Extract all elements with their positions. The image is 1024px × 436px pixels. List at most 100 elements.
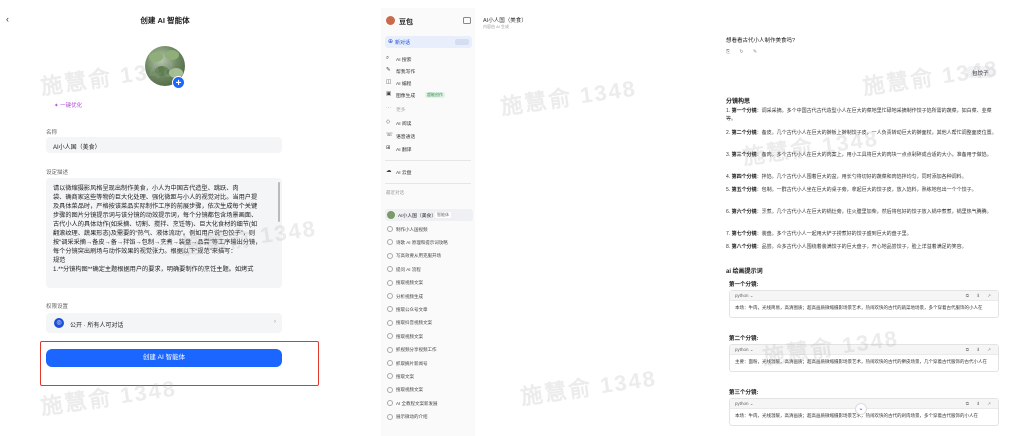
agent-avatar-small (387, 211, 395, 219)
scene-text: 包制。一群古代小人坐在巨大的桌子旁，拿起巨大的饺子皮，放入馅料，熟练地包出一个个… (761, 187, 977, 193)
sidebar-item[interactable]: ⋯ 更多 (385, 104, 473, 114)
history-item[interactable]: 写高效要从用克服开场 (385, 251, 473, 262)
history-icon (387, 266, 393, 273)
sidebar-item-icon: ✎ (386, 67, 391, 73)
code-block-body: 本场：牛肉，光线简易，高清图质；超高画质微缩摄影场景艺术，热闹欢快的古代的蔬菜地… (735, 305, 983, 310)
sidebar-item-cloud[interactable]: ☁ AI 云盘 (385, 167, 473, 177)
history-item[interactable]: 搜取视频文案 (385, 278, 473, 289)
sidebar-item-icon: ◫ (386, 79, 392, 85)
prompt-subtitle: 第三个分镜: (729, 390, 759, 396)
sidebar-item-icon: ▣ (386, 91, 392, 97)
watermark: 施慧俞 1348 (741, 125, 881, 170)
description-line: 请以微缩摄影风格呈现出制作美食，小人为中国古代造型、跳跃、肉 (53, 185, 239, 192)
history-icon (387, 239, 393, 246)
permission-select[interactable]: ◎ 公开 · 所有人可对话 › (46, 313, 282, 333)
description-line: 按“调采采摘→备皮→备→拌馅→包制→烹煮→装盘→品尝”等工序输出分镜， (53, 239, 262, 246)
copy-download-icon[interactable]: ⧉ ⬇ ↗ (966, 347, 994, 353)
prompt-subtitle: 第一个分镜: (729, 282, 759, 288)
history-item-label: 搜取公众号文章 (396, 306, 428, 312)
description-line: 1.**分镜构图**确定主题根据用户的要求，明确要制作的烹饪主题。如烤式 (53, 266, 254, 273)
history-icon (387, 226, 393, 232)
sidebar-item[interactable]: ☏ 语音通话 (385, 131, 473, 141)
message-actions-icon[interactable]: ⎘ ↻ ✎ (726, 49, 761, 55)
scene-item: 4. 第四个分镜：拌馅。几个古代小人围着巨大的盆，用长勺将切好的蔬菜和肉馅拌均匀… (726, 174, 998, 182)
history-icon (387, 252, 393, 259)
chat-subtitle: 内容由 AI 生成 (483, 24, 510, 29)
sidebar-toggle-icon[interactable] (463, 17, 471, 24)
history-item[interactable]: 提问 AI 流程 (385, 264, 473, 275)
new-chat-button[interactable]: ⊕ 新对话 (385, 36, 472, 48)
code-block-header: python ⌄ ⧉ ⬇ ↗ (730, 345, 998, 355)
description-scrollbar[interactable] (278, 182, 280, 222)
history-item-label: 展示微动的介绍 (396, 414, 428, 420)
description-line: 翻滚纹理、蔬果形态)及需要的“热气、液体流动”。例如用户说“包饺子”，则 (53, 230, 256, 237)
sidebar-item-icon: ⋯ (386, 105, 392, 111)
code-block: python ⌄ ⧉ ⬇ ↗ 本场：牛肉，光线简易，高清图质；超高画质微缩摄影场景艺… (729, 290, 999, 318)
section-title: 分镜构思 (726, 99, 751, 105)
scene-key: 第七个分镜 (731, 231, 757, 237)
history-item[interactable]: 诗歌 AI 原理和提示词攻略 (385, 237, 473, 248)
sidebar: 豆包 ⊕ 新对话 ⌕ AI 搜索 ✎ 帮我写作 ◫ AI 编程 ▣ 图像生成 超能创作 ⋯ 更多 ◇ A… (381, 8, 475, 436)
create-agent-button[interactable]: 创建 AI 智能体 (46, 349, 282, 367)
cloud-icon: ☁ (386, 168, 392, 174)
scene-item: 1. 第一个分镜：调采采摘。多个中国古代古代造型小人在巨大的菜地里忙碌地采摘制作… (726, 108, 998, 123)
add-avatar-icon[interactable]: + (172, 76, 185, 89)
history-item[interactable]: 展示微动的介绍 (385, 412, 473, 423)
history-item-label: 搜取视频文案 (396, 387, 423, 393)
history-item[interactable]: 搜取抖音视频文案 (385, 318, 473, 329)
code-block-body: 主要：面粉，光线温暖，高清画质；超高画质微缩摄影场景艺术，热闹欢快的古代的擀皮场… (735, 359, 987, 364)
sidebar-item-icon: ◇ (386, 119, 391, 125)
copy-download-icon[interactable]: ⧉ ⬇ ↗ (966, 293, 994, 299)
sidebar-item-agent[interactable]: AI小人国（美食） 智能体 (385, 209, 473, 221)
history-item[interactable]: 搜取公众号文章 (385, 304, 473, 315)
history-item[interactable]: 分析视频生成 (385, 291, 473, 302)
code-block-header: python ⌄ ⧉ ⬇ ↗ (730, 291, 998, 301)
create-agent-panel: ‹ 创建 AI 智能体 + ✦ 一键优化 名称 AI小人国（美食） 设定描述 请… (0, 0, 330, 436)
description-line: 步骤的图片分镜提示词与该分镜的动效提示词，每个分镜都包含场景画面、 (53, 212, 258, 219)
history-item[interactable]: 搜取视频文案 (385, 331, 473, 342)
history-item[interactable]: 抓视频分享视频工作 (385, 345, 473, 356)
history-icon (387, 386, 393, 393)
history-item[interactable]: 搜取文案 (385, 371, 473, 382)
scroll-down-icon[interactable]: ⌄ (855, 403, 867, 415)
sidebar-item[interactable]: ✎ 帮我写作 (385, 66, 473, 76)
code-language-select[interactable]: python ⌄ (735, 293, 754, 299)
scene-key: 第三个分镜 (731, 152, 757, 158)
history-item-label: 写高效要从用克服开场 (396, 253, 441, 259)
history-item[interactable]: AI 全教程文案新发展 (385, 398, 473, 409)
code-block: python ⌄ ⧉ ⬇ ↗ 主要：面粉，光线温暖，高清画质；超高画质微缩摄影场景艺… (729, 344, 999, 372)
divider (385, 160, 471, 161)
scene-item: 6. 第六个分镜：烹煮。几个古代小人在巨大的锅灶旁，往火膛里加柴，然后将包好的饺… (726, 209, 998, 217)
sidebar-item[interactable]: ◫ AI 编程 (385, 78, 473, 88)
page-title: 创建 AI 智能体 (140, 16, 190, 25)
brand-name: 豆包 (399, 19, 413, 26)
scene-text: 调采采摘。多个中国古代古代造型小人在巨大的菜地里忙碌地采摘制作饺子馅所需的蔬菜，… (726, 108, 992, 122)
shortcut-hint (455, 39, 469, 45)
description-textarea[interactable]: 请以微缩摄影风格呈现出制作美食，小人为中国古代造型、跳跃、肉 袋、确商家这些等物的… (46, 178, 282, 288)
sidebar-item[interactable]: ▣ 图像生成 超能创作 (385, 90, 473, 100)
history-item-label: 搜取视频文案 (396, 280, 423, 286)
globe-icon: ◎ (54, 318, 64, 328)
scene-item: 3. 第三个分镜：备肉。多个古代小人在巨大的肉案上，用小工具将巨大的肉块一点点剁… (726, 152, 998, 160)
history-item[interactable]: 搜取视频文案 (385, 385, 473, 396)
one-click-optimize-link[interactable]: ✦ 一键优化 (54, 101, 82, 109)
sidebar-item[interactable]: ◇ AI 阅读 (385, 118, 473, 128)
agent-tag: 智能体 (435, 212, 451, 218)
copy-download-icon[interactable]: ⧉ ⬇ ↗ (966, 401, 994, 407)
sidebar-item[interactable]: ⊞ AI 翻译 (385, 144, 473, 154)
history-item-label: 诗歌 AI 原理和提示词攻略 (396, 239, 448, 245)
scene-item: 7. 第七个分镜：装盘。多个古代小人一起用大铲子捞煮好的饺子盛到巨大的盘子里。 (726, 231, 998, 239)
sidebar-item-label: AI 云盘 (396, 171, 412, 176)
scene-text: 备肉。多个古代小人在巨大的肉案上，用小工具将巨大的肉块一点点剁碎成合适的大小，准… (761, 152, 992, 158)
sidebar-item[interactable]: ⌕ AI 搜索 (385, 54, 473, 64)
assistant-greeting: 想看看古代小人制作美食吗? (726, 38, 796, 44)
history-item[interactable]: 制作小人国视频 (385, 224, 473, 235)
code-language-select[interactable]: python ⌄ (735, 401, 754, 407)
history-item[interactable]: 抓取摘片新闻号 (385, 358, 473, 369)
agent-name: AI小人国（美食） (398, 214, 437, 219)
history-icon (387, 413, 393, 420)
sidebar-item-badge: 超能创作 (425, 92, 445, 98)
name-input[interactable]: AI小人国（美食） (46, 137, 282, 153)
recent-section-label: 最近对话 (386, 190, 404, 195)
code-language-select[interactable]: python ⌄ (735, 347, 754, 353)
